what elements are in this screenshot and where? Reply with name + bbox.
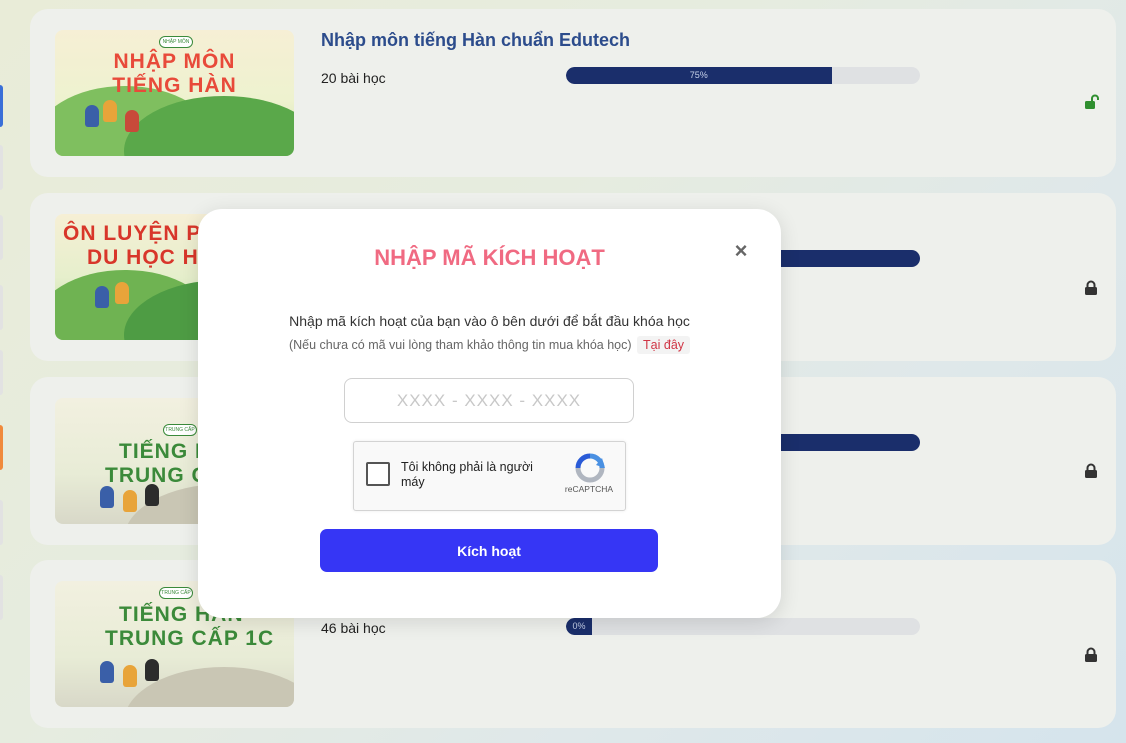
lock-icon[interactable]	[1083, 280, 1099, 296]
close-icon[interactable]: ×	[731, 240, 751, 262]
progress-bar: 0%	[566, 618, 920, 635]
modal-title: NHẬP MÃ KÍCH HOẠT	[374, 245, 605, 270]
course-title[interactable]: Nhập môn tiếng Hàn chuẩn Edutech	[321, 30, 630, 51]
hint-text: (Nếu chưa có mã vui lòng tham khảo thông…	[288, 338, 632, 352]
purchase-info-link[interactable]: Tại đây	[637, 336, 691, 354]
recaptcha-label: Tôi không phải là người máy	[401, 460, 533, 489]
activation-code-input[interactable]	[344, 378, 634, 423]
progress-fill: 75%	[566, 67, 832, 84]
lesson-count: 46 bài học	[321, 620, 386, 636]
recaptcha-widget: Tôi không phải là người máy reCAPTCHA	[353, 441, 626, 511]
progress-fill: 0%	[566, 618, 592, 635]
sidebar-edge	[0, 0, 4, 743]
activate-button[interactable]: Kích hoạt	[320, 529, 658, 572]
recaptcha-checkbox[interactable]	[366, 462, 390, 486]
recaptcha-brand: reCAPTCHA	[564, 484, 614, 494]
activation-modal: NHẬP MÃ KÍCH HOẠT × Nhập mã kích hoạt củ…	[198, 209, 781, 618]
lock-icon[interactable]	[1083, 647, 1099, 663]
recaptcha-icon	[575, 453, 605, 483]
modal-instruction: Nhập mã kích hoạt của bạn vào ô bên dưới…	[289, 313, 690, 329]
modal-hint: (Nếu chưa có mã vui lòng tham khảo thông…	[198, 336, 781, 354]
course-card[interactable]: NHẬP MÔN NHẬP MÔN TIẾNG HÀN Nhập môn tiế…	[30, 9, 1116, 177]
lesson-count: 20 bài học	[321, 70, 386, 86]
progress-bar: 75%	[566, 67, 920, 84]
course-thumbnail: NHẬP MÔN NHẬP MÔN TIẾNG HÀN	[55, 30, 294, 156]
lock-icon[interactable]	[1083, 463, 1099, 479]
unlock-icon[interactable]	[1083, 94, 1099, 110]
